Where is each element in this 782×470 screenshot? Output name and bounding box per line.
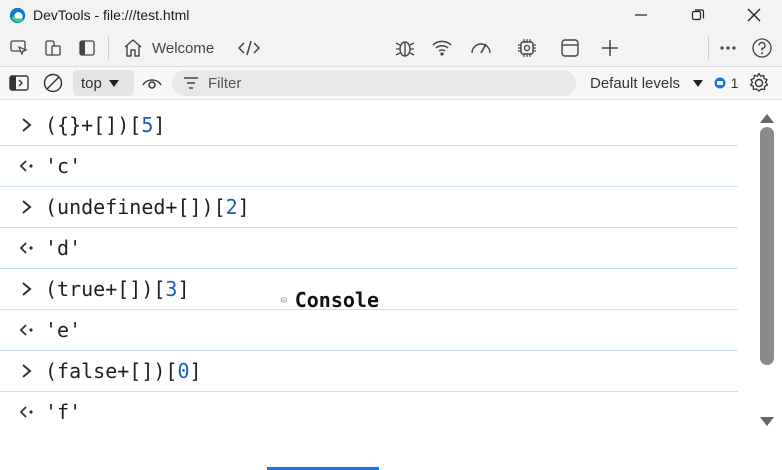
output-return-arrow-icon xyxy=(19,160,33,172)
console-output-value: 'f' xyxy=(45,400,82,424)
close-button[interactable] xyxy=(743,4,765,26)
console-input-row[interactable]: ({}+[])[5] xyxy=(0,105,738,146)
chevron-down-icon xyxy=(693,80,704,87)
live-expression-eye-icon[interactable] xyxy=(140,72,164,94)
console-input-text: (true+[])[3] xyxy=(45,277,190,301)
toggle-sidebar-icon[interactable] xyxy=(76,37,98,59)
filter-placeholder: Filter xyxy=(208,74,242,92)
console-input-row[interactable]: (undefined+[])[2] xyxy=(0,187,738,228)
console-toolbar: top Filter Default levels 1 xyxy=(0,67,782,100)
add-tab-icon[interactable] xyxy=(598,36,622,60)
home-icon xyxy=(124,39,142,57)
console-output-row[interactable]: 'f' xyxy=(0,392,738,432)
elements-code-icon xyxy=(237,40,261,56)
context-label: top xyxy=(81,74,102,92)
restore-button[interactable] xyxy=(687,4,709,26)
issue-message-icon xyxy=(714,77,726,89)
tab-divider xyxy=(708,36,709,60)
console-output-value: 'c' xyxy=(45,154,82,178)
scroll-up-arrow-icon[interactable] xyxy=(759,112,775,124)
devtools-tab-bar: Welcome Console xyxy=(0,30,782,470)
scrollbar-thumb[interactable] xyxy=(760,127,774,365)
network-wifi-icon[interactable] xyxy=(430,36,454,60)
console-settings-gear-icon[interactable] xyxy=(747,71,771,95)
console-input-text: (false+[])[0] xyxy=(45,359,202,383)
filter-input[interactable]: Filter xyxy=(172,70,576,96)
help-icon[interactable] xyxy=(750,36,774,60)
output-return-arrow-icon xyxy=(19,324,33,336)
filter-icon xyxy=(184,77,198,89)
console-output-row[interactable]: 'd' xyxy=(0,228,738,269)
console-output-value: 'd' xyxy=(45,236,82,260)
input-prompt-chevron-icon xyxy=(22,200,32,214)
output-return-arrow-icon xyxy=(19,406,33,418)
performance-icon[interactable] xyxy=(468,36,494,60)
window-title: DevTools - file:///test.html xyxy=(33,7,190,23)
input-prompt-chevron-icon xyxy=(22,364,32,378)
console-output: ({}+[])[5] 'c' (undefined+[])[2] 'd' (tr… xyxy=(0,100,758,440)
input-prompt-chevron-icon xyxy=(22,282,32,296)
tab-divider xyxy=(108,36,109,60)
more-options-icon[interactable] xyxy=(716,36,740,60)
console-input-text: ({}+[])[5] xyxy=(45,113,166,137)
scroll-down-arrow-icon[interactable] xyxy=(759,416,775,428)
log-levels-label: Default levels xyxy=(590,75,681,92)
tab-welcome[interactable]: Welcome xyxy=(118,30,220,66)
console-output-row[interactable]: 'c' xyxy=(0,146,738,187)
bug-icon[interactable] xyxy=(393,36,417,60)
chevron-down-icon xyxy=(108,80,119,87)
context-selector[interactable]: top xyxy=(73,70,134,96)
application-panel-icon[interactable] xyxy=(558,36,582,60)
output-return-arrow-icon xyxy=(19,242,33,254)
console-output-row[interactable]: 'e' xyxy=(0,310,738,351)
title-bar: DevTools - file:///test.html xyxy=(0,0,782,30)
console-input-row[interactable]: (false+[])[0] xyxy=(0,351,738,392)
issues-counter[interactable]: 1 xyxy=(711,74,741,92)
tab-elements[interactable] xyxy=(231,30,267,66)
issues-count: 1 xyxy=(730,75,739,91)
minimize-button[interactable] xyxy=(630,4,652,26)
input-prompt-chevron-icon xyxy=(22,118,32,132)
show-console-sidebar-icon[interactable] xyxy=(8,73,30,93)
tab-welcome-label: Welcome xyxy=(152,39,215,57)
log-levels-dropdown[interactable]: Default levels xyxy=(590,75,704,92)
device-emulation-icon[interactable] xyxy=(42,37,64,59)
console-input-text: (undefined+[])[2] xyxy=(45,195,250,219)
edge-logo-icon xyxy=(9,7,26,24)
memory-chip-icon[interactable] xyxy=(515,36,539,60)
console-output-value: 'e' xyxy=(45,318,82,342)
inspect-element-icon[interactable] xyxy=(8,37,30,59)
console-input-row[interactable]: (true+[])[3] xyxy=(0,269,738,310)
clear-console-icon[interactable] xyxy=(42,72,64,94)
